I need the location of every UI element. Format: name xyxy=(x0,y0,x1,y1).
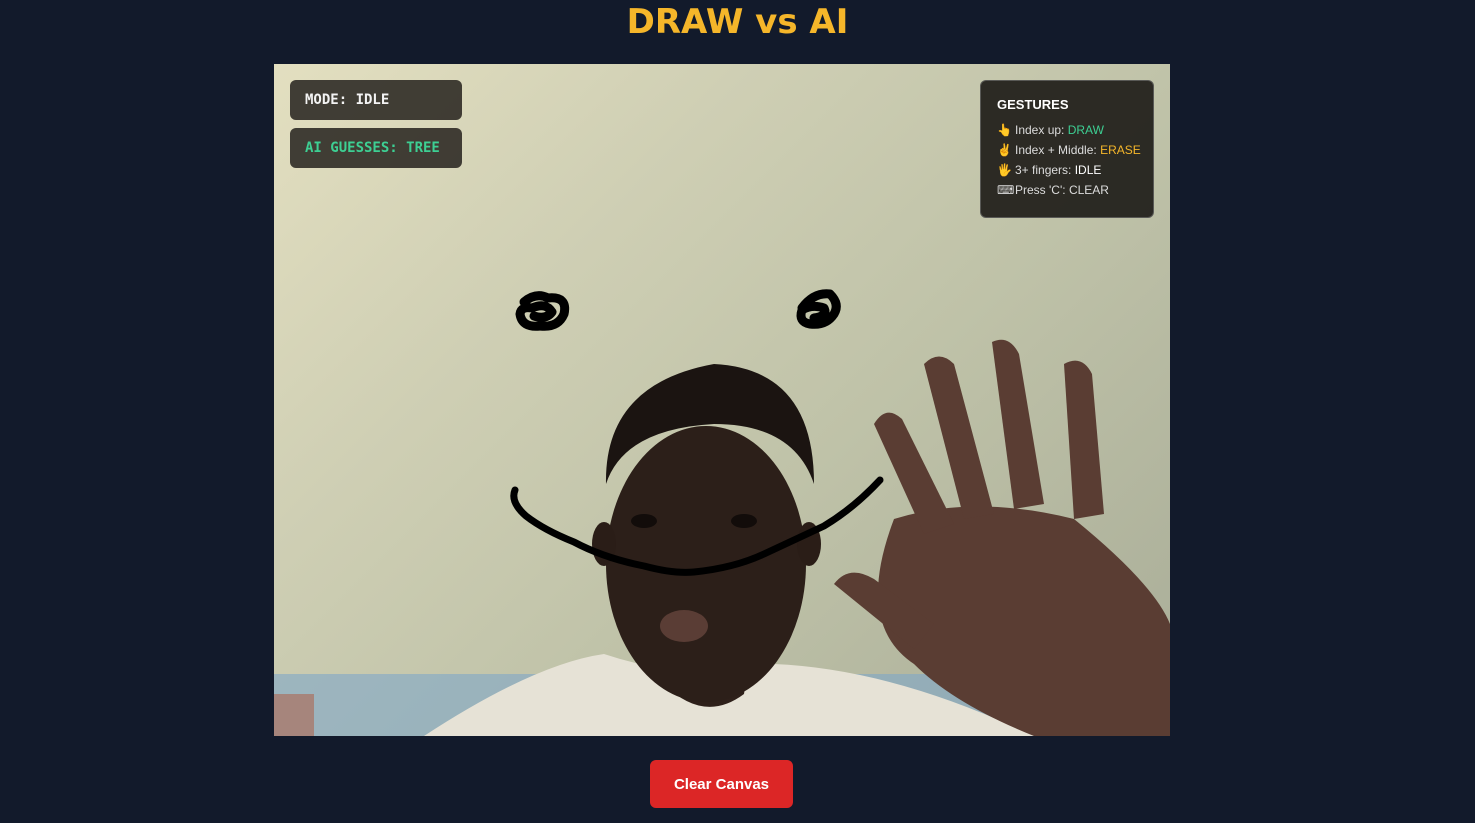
open-hand-icon: 🖐 xyxy=(997,163,1012,177)
gesture-row-draw: 👆 Index up: DRAW xyxy=(997,120,1153,140)
gesture-label: Press 'C': xyxy=(1015,183,1069,197)
gesture-label: 3+ fingers: xyxy=(1015,163,1075,177)
gesture-value-draw: DRAW xyxy=(1067,123,1104,137)
gesture-row-erase: ✌ Index + Middle: ERASE xyxy=(997,140,1153,160)
pointing-up-icon: 👆 xyxy=(997,123,1012,137)
gestures-title: GESTURES xyxy=(997,97,1069,112)
drawing-canvas[interactable]: MODE: IDLE AI GUESSES: TREE GESTURES 👆 In… xyxy=(274,64,1170,736)
gesture-value-clear: CLEAR xyxy=(1068,183,1109,197)
gesture-value-erase: ERASE xyxy=(1100,143,1141,157)
gestures-panel: GESTURES 👆 Index up: DRAW ✌ Index + Middle… xyxy=(980,80,1154,218)
keyboard-icon: ⌨ xyxy=(997,183,1015,197)
gesture-label: Index up: xyxy=(1015,123,1068,137)
gesture-label: Index + Middle: xyxy=(1015,143,1101,157)
gesture-value-idle: IDLE xyxy=(1074,163,1102,177)
ai-guess-indicator: AI GUESSES: TREE xyxy=(290,128,462,168)
gesture-row-clear: ⌨Press 'C': CLEAR xyxy=(997,180,1153,200)
victory-hand-icon: ✌ xyxy=(997,143,1012,157)
mode-indicator: MODE: IDLE xyxy=(290,80,462,120)
gesture-row-idle: 🖐 3+ fingers: IDLE xyxy=(997,160,1153,180)
clear-canvas-button[interactable]: Clear Canvas xyxy=(650,760,793,808)
page-title: DRAW vs AI xyxy=(626,2,849,42)
